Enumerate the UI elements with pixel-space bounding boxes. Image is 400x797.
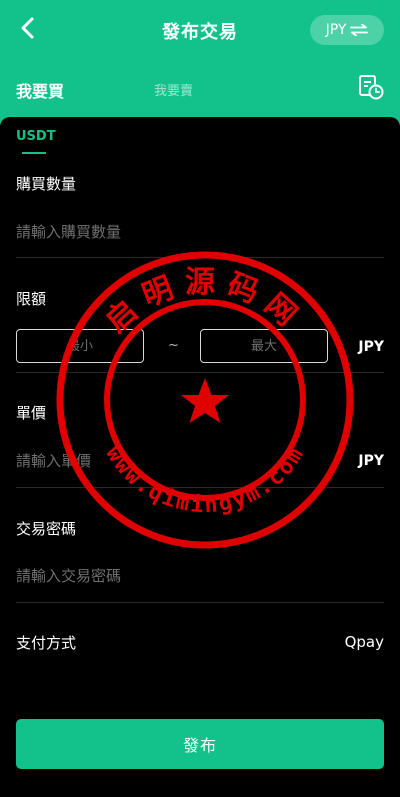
price-input[interactable] xyxy=(16,446,336,476)
limit-label: 限額 xyxy=(16,290,47,308)
publish-button[interactable]: 發布 xyxy=(16,719,384,769)
quantity-label: 購買數量 xyxy=(16,175,77,193)
range-separator: ~ xyxy=(168,338,179,353)
tab-sell[interactable]: 我要賣 xyxy=(154,80,193,99)
swap-icon xyxy=(350,24,369,36)
divider xyxy=(16,257,384,258)
price-unit: JPY xyxy=(358,453,384,469)
price-label: 單價 xyxy=(16,404,47,422)
payment-label: 支付方式 xyxy=(16,634,77,652)
password-label: 交易密碼 xyxy=(16,520,77,538)
trade-password-input[interactable] xyxy=(16,561,384,591)
divider xyxy=(16,487,384,488)
history-icon xyxy=(359,75,384,100)
quantity-input[interactable] xyxy=(16,217,384,247)
trade-direction-tabs: 我要買 我要賣 xyxy=(0,70,400,110)
divider xyxy=(16,372,384,373)
max-limit-input[interactable] xyxy=(200,329,328,363)
top-bar: 發布交易 JPY 我要買 我要賣 xyxy=(0,0,400,130)
back-button[interactable] xyxy=(14,14,42,42)
tab-usdt[interactable]: USDT xyxy=(16,129,56,144)
currency-switch-button[interactable]: JPY xyxy=(310,15,384,45)
currency-label: JPY xyxy=(325,22,347,38)
chevron-left-icon xyxy=(21,17,34,39)
header: 發布交易 JPY xyxy=(0,0,400,60)
form-panel: USDT 購買數量 限額 ~ JPY 單價 JPY 交易密碼 支付方式 Qpay xyxy=(0,117,400,797)
tab-buy[interactable]: 我要買 xyxy=(16,78,64,102)
min-limit-input[interactable] xyxy=(16,329,144,363)
payment-method-value[interactable]: Qpay xyxy=(345,633,384,651)
active-tab-indicator xyxy=(22,152,46,154)
limit-unit: JPY xyxy=(358,339,384,355)
history-button[interactable] xyxy=(358,74,384,100)
divider xyxy=(16,602,384,603)
